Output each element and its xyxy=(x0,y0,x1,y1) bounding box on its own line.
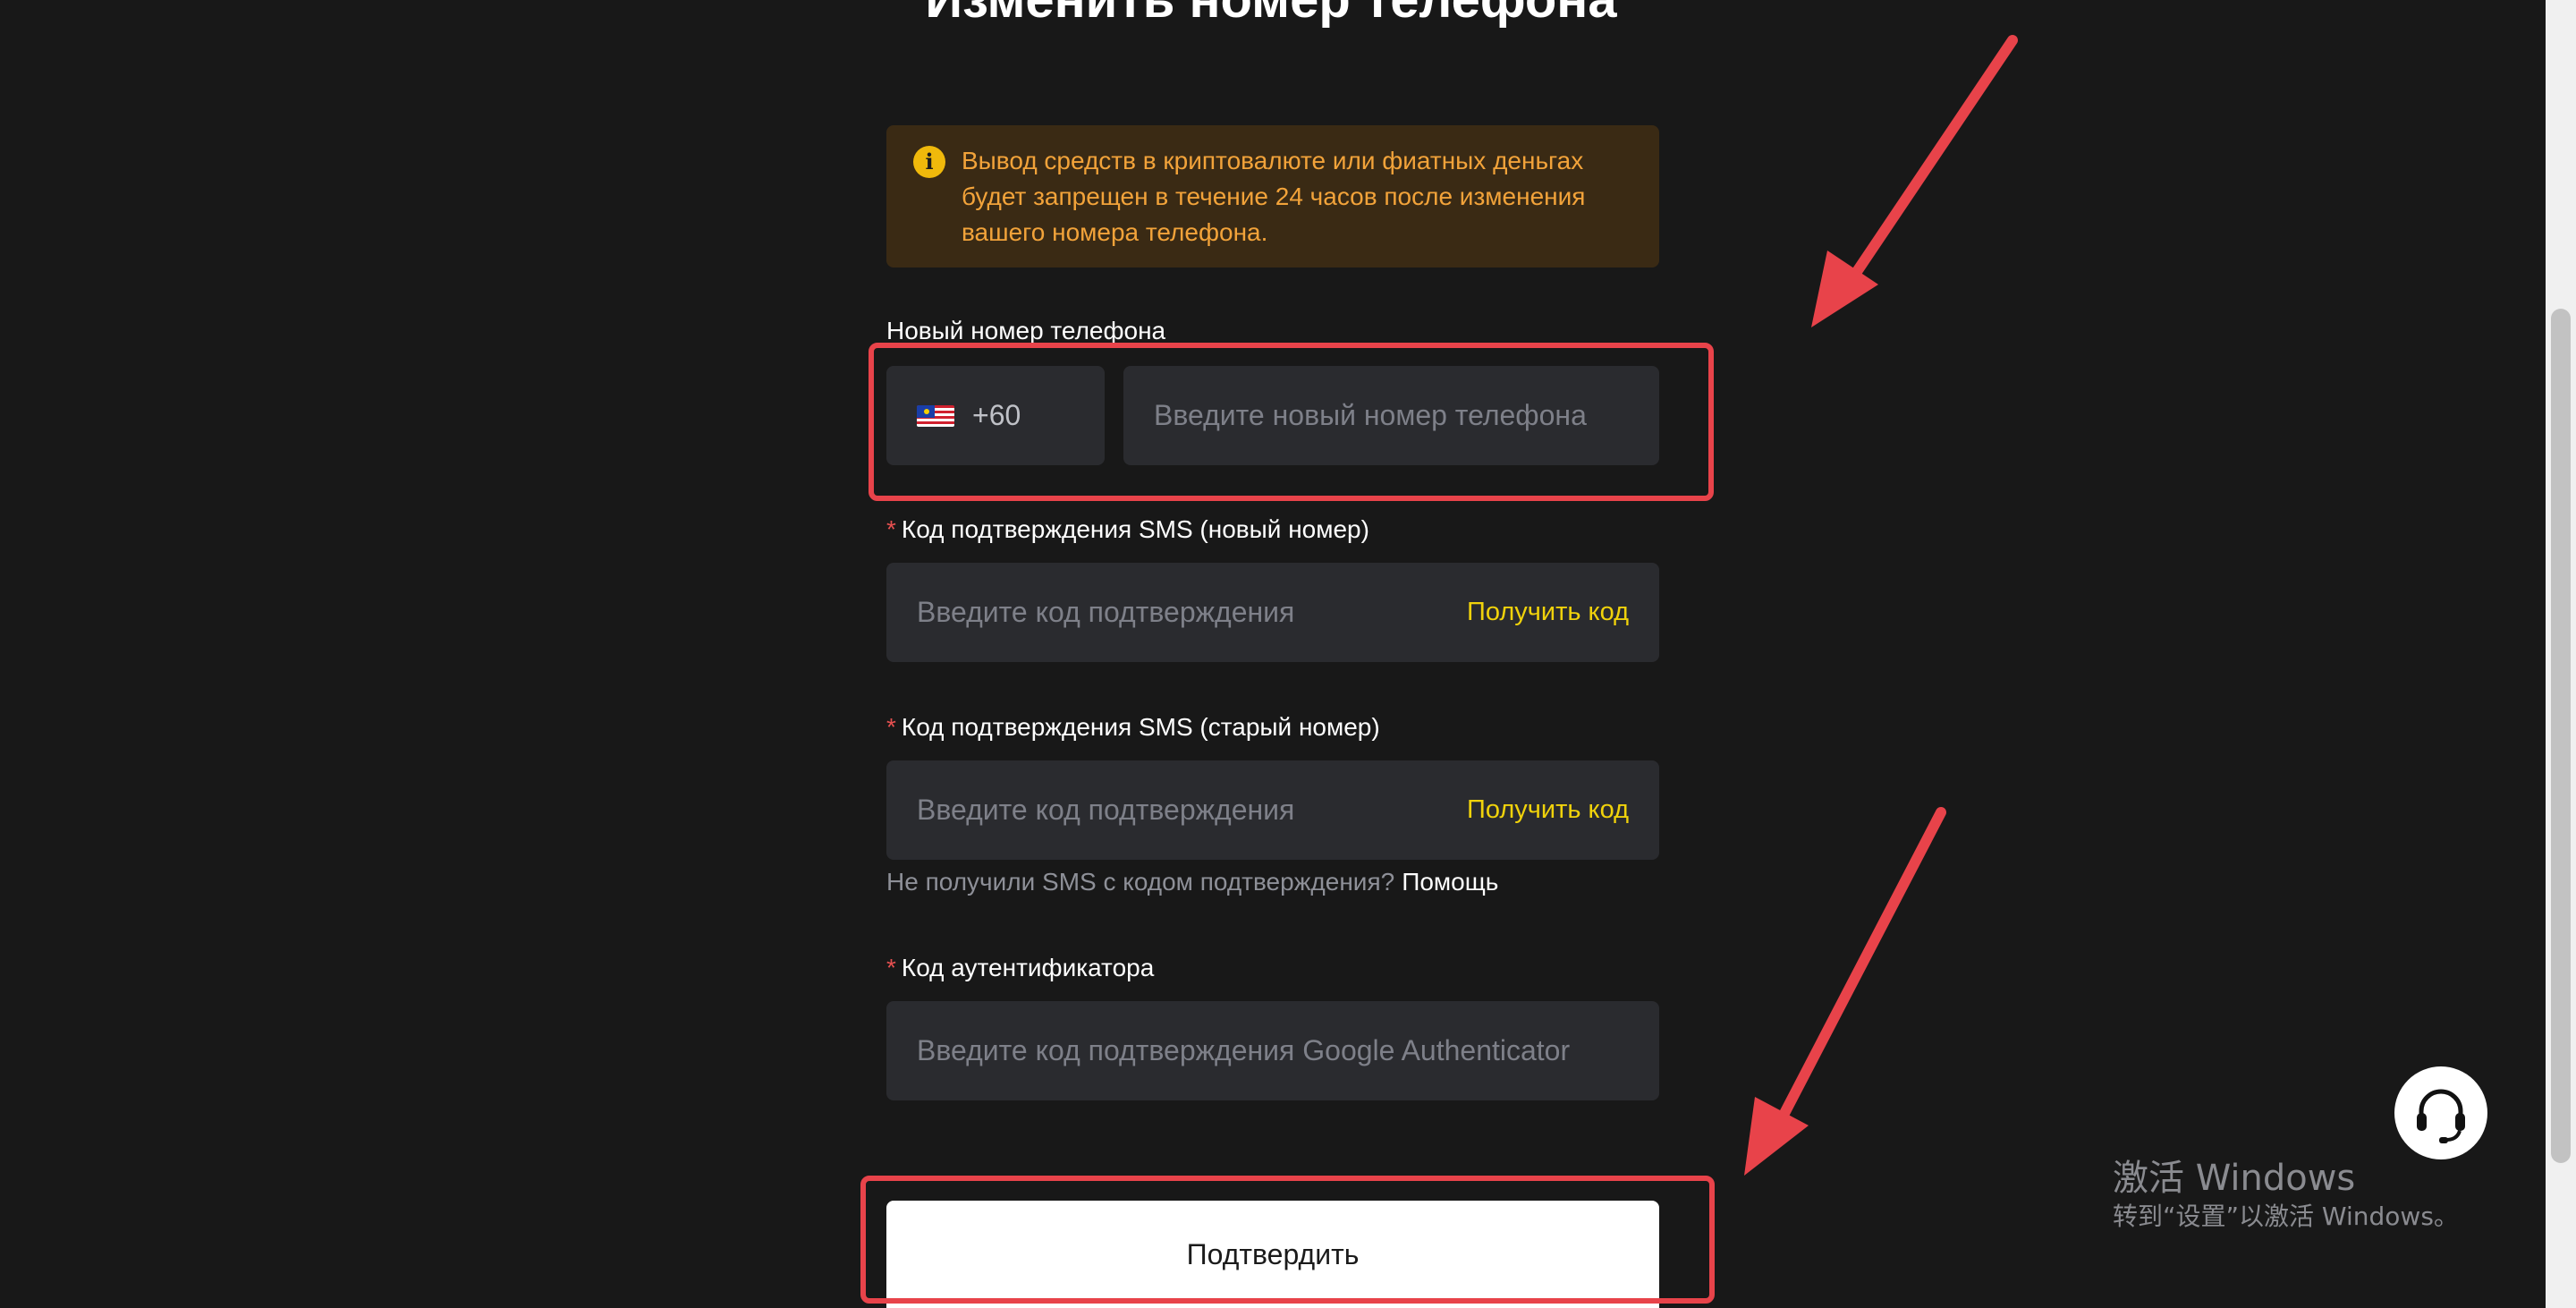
sms-new-input[interactable]: Введите код подтверждения Получить код xyxy=(886,563,1659,662)
vertical-scrollbar[interactable] xyxy=(2546,0,2576,1308)
authenticator-label-text: Код аутентификатора xyxy=(901,954,1155,981)
warning-banner: i Вывод средств в криптовалюте или фиатн… xyxy=(886,125,1659,268)
authenticator-label: * Код аутентификатора xyxy=(886,952,1154,984)
sms-old-label-text: Код подтверждения SMS (старый номер) xyxy=(901,713,1380,741)
annotation-box-phone xyxy=(869,343,1714,501)
sms-help-line: Не получили SMS с кодом подтверждения? По… xyxy=(886,866,1498,898)
authenticator-placeholder: Введите код подтверждения Google Authent… xyxy=(917,1034,1571,1066)
authenticator-input[interactable]: Введите код подтверждения Google Authent… xyxy=(886,1001,1659,1100)
sms-new-label-text: Код подтверждения SMS (новый номер) xyxy=(901,515,1369,543)
required-mark: * xyxy=(886,713,896,741)
support-chat-button[interactable] xyxy=(2394,1066,2487,1159)
get-code-button-new[interactable]: Получить код xyxy=(1467,563,1629,662)
watermark-subtitle: 转到“设置”以激活 Windows。 xyxy=(2113,1202,2459,1231)
info-icon: i xyxy=(913,146,945,178)
watermark-title: 激活 Windows xyxy=(2113,1158,2356,1199)
sms-new-placeholder: Введите код подтверждения xyxy=(917,596,1295,628)
headset-icon xyxy=(2417,1089,2465,1143)
annotation-box-confirm xyxy=(860,1176,1715,1304)
sms-old-label: * Код подтверждения SMS (старый номер) xyxy=(886,711,1380,743)
help-link[interactable]: Помощь xyxy=(1402,868,1498,896)
required-mark: * xyxy=(886,954,896,981)
annotation-arrow-top xyxy=(1811,35,2018,327)
sms-new-label: * Код подтверждения SMS (новый номер) xyxy=(886,514,1369,546)
get-code-button-old[interactable]: Получить код xyxy=(1467,760,1629,860)
sms-old-placeholder: Введите код подтверждения xyxy=(917,794,1295,826)
app-window: Изменить номер телефона i Вывод средств … xyxy=(0,0,2576,1308)
annotation-arrow-bottom xyxy=(1744,807,1946,1176)
windows-activation-watermark: 激活 Windows 转到“设置”以激活 Windows。 xyxy=(2113,1156,2459,1233)
required-mark: * xyxy=(886,515,896,543)
sms-old-input[interactable]: Введите код подтверждения Получить код xyxy=(886,760,1659,860)
page-title: Изменить номер телефона xyxy=(0,0,2542,36)
sms-help-text: Не получили SMS с кодом подтверждения? xyxy=(886,868,1395,896)
scrollbar-thumb[interactable] xyxy=(2551,309,2571,1163)
warning-text: Вывод средств в криптовалюте или фиатных… xyxy=(962,147,1586,246)
